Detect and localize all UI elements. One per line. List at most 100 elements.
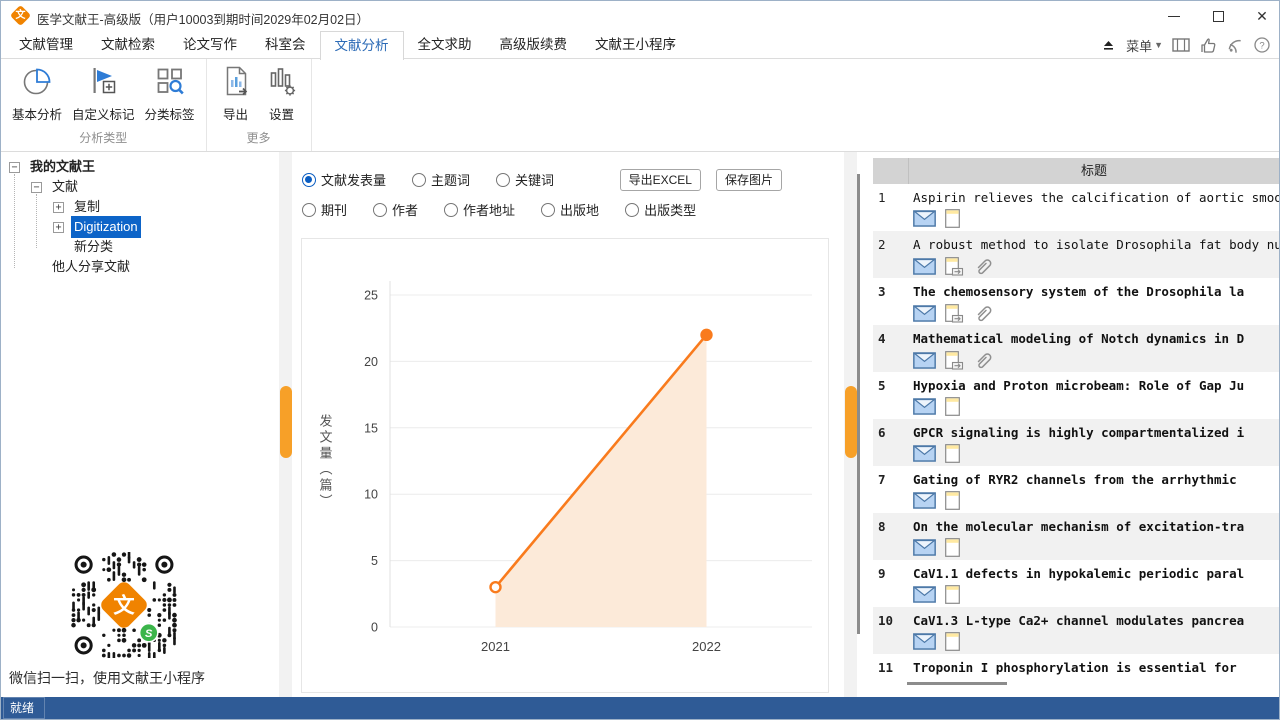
note-icon bbox=[945, 538, 960, 557]
tree-expander-icon[interactable]: + bbox=[53, 202, 64, 213]
mini-program-qr-code: 文S bbox=[71, 552, 177, 658]
tree-item-复制[interactable]: + 复制 bbox=[1, 197, 279, 217]
row-icons bbox=[913, 350, 993, 370]
ribbon-button-导出[interactable]: 导出 bbox=[213, 61, 259, 125]
menu-button[interactable]: 菜单▼ bbox=[1126, 36, 1163, 55]
left-splitter[interactable] bbox=[279, 152, 292, 697]
tree-item-新分类[interactable]: 新分类 bbox=[1, 237, 279, 257]
radio-关键词[interactable]: 关键词 bbox=[496, 170, 554, 189]
mail-icon bbox=[913, 210, 936, 227]
mail-icon bbox=[913, 492, 936, 509]
horizontal-scrollbar[interactable] bbox=[907, 682, 1007, 685]
ribbon: 基本分析 自定义标记 分类标签 分析类型 导出 设置 更多 bbox=[1, 59, 1279, 152]
rss-icon[interactable] bbox=[1226, 36, 1244, 54]
ribbon-tabbar: 文献管理文献检索论文写作科室会文献分析 全文求助高级版续费文献王小程序 菜单▼ ? bbox=[1, 31, 1279, 59]
article-title: Gating of RYR2 channels from the arrhyth… bbox=[913, 472, 1279, 487]
film-icon[interactable] bbox=[1172, 36, 1190, 54]
tab-科室会[interactable]: 科室会 bbox=[251, 31, 320, 59]
tree-item-他人分享文献[interactable]: 他人分享文献 bbox=[1, 257, 279, 277]
radio-icon bbox=[302, 203, 316, 217]
splitter-grip[interactable] bbox=[280, 386, 292, 458]
radio-label: 期刊 bbox=[321, 200, 347, 219]
svg-text:15: 15 bbox=[364, 421, 378, 435]
article-table: 标题 1 Aspirin relieves the calcification … bbox=[873, 158, 1279, 697]
thumbs-up-icon[interactable] bbox=[1199, 36, 1217, 54]
maximize-button[interactable] bbox=[1211, 9, 1225, 23]
collapse-ribbon-icon[interactable] bbox=[1099, 36, 1117, 54]
tab-文献分析[interactable]: 文献分析 bbox=[320, 31, 404, 60]
app-window: 文 医学文献王-高级版（用户10003到期时间2029年02月02日） ✕ 文献… bbox=[0, 0, 1280, 720]
article-row[interactable]: 8 On the molecular mechanism of excitati… bbox=[873, 513, 1279, 560]
export-excel-button[interactable]: 导出EXCEL bbox=[620, 169, 701, 191]
radio-出版地[interactable]: 出版地 bbox=[541, 200, 599, 219]
svg-text:0: 0 bbox=[371, 621, 378, 635]
tags-icon bbox=[154, 65, 186, 100]
note-icon bbox=[945, 209, 960, 228]
article-row[interactable]: 11 Troponin I phosphorylation is essenti… bbox=[873, 654, 1279, 678]
article-row[interactable]: 9 CaV1.1 defects in hypokalemic periodic… bbox=[873, 560, 1279, 607]
ribbon-button-label: 设置 bbox=[269, 104, 294, 123]
vertical-scrollbar[interactable] bbox=[857, 174, 860, 634]
flag-icon bbox=[87, 65, 119, 100]
mail-icon bbox=[913, 258, 936, 275]
ribbon-button-分类标签[interactable]: 分类标签 bbox=[140, 61, 200, 125]
row-number: 5 bbox=[873, 372, 909, 419]
title-column-header: 标题 bbox=[909, 158, 1279, 184]
radio-主题词[interactable]: 主题词 bbox=[412, 170, 470, 189]
article-row[interactable]: 2 A robust method to isolate Drosophila … bbox=[873, 231, 1279, 278]
radio-label: 作者地址 bbox=[463, 200, 515, 219]
minimize-button[interactable] bbox=[1167, 9, 1181, 23]
clip-icon bbox=[973, 256, 993, 276]
splitter-grip[interactable] bbox=[845, 386, 857, 458]
ribbon-button-设置[interactable]: 设置 bbox=[259, 61, 305, 125]
svg-text:2022: 2022 bbox=[692, 639, 721, 654]
article-row[interactable]: 6 GPCR signaling is highly compartmental… bbox=[873, 419, 1279, 466]
tree-item-文献[interactable]: − 文献 bbox=[1, 177, 279, 197]
row-icons bbox=[913, 256, 993, 276]
tree-expander-icon[interactable]: − bbox=[9, 162, 20, 173]
ribbon-button-自定义标记[interactable]: 自定义标记 bbox=[67, 61, 140, 125]
tab-文献王小程序[interactable]: 文献王小程序 bbox=[581, 31, 690, 59]
radio-文献发表量[interactable]: 文献发表量 bbox=[302, 170, 386, 189]
radio-作者[interactable]: 作者 bbox=[373, 200, 418, 219]
ribbon-button-基本分析[interactable]: 基本分析 bbox=[7, 61, 67, 125]
article-row[interactable]: 5 Hypoxia and Proton microbeam: Role of … bbox=[873, 372, 1279, 419]
svg-text:10: 10 bbox=[364, 488, 378, 502]
ribbon-button-label: 导出 bbox=[223, 104, 248, 123]
article-title: Hypoxia and Proton microbeam: Role of Ga… bbox=[913, 378, 1279, 393]
close-button[interactable]: ✕ bbox=[1255, 9, 1269, 23]
svg-text:5: 5 bbox=[371, 554, 378, 568]
note-icon bbox=[945, 444, 960, 463]
pie-icon bbox=[21, 65, 53, 100]
tab-文献管理[interactable]: 文献管理 bbox=[5, 31, 87, 59]
article-row[interactable]: 7 Gating of RYR2 channels from the arrhy… bbox=[873, 466, 1279, 513]
article-row[interactable]: 10 CaV1.3 L-type Ca2+ channel modulates … bbox=[873, 607, 1279, 654]
tree-expander-icon[interactable]: + bbox=[53, 222, 64, 233]
article-row[interactable]: 3 The chemosensory system of the Drosoph… bbox=[873, 278, 1279, 325]
tree-expander-icon[interactable]: − bbox=[31, 182, 42, 193]
ribbon-button-label: 分类标签 bbox=[145, 104, 195, 123]
library-tree-panel: − 我的文献王 − 文献 + 复制 + Digitization 新分类 他人分… bbox=[1, 152, 279, 697]
right-splitter[interactable] bbox=[844, 152, 857, 697]
settings-icon bbox=[266, 65, 298, 100]
tab-label: 文献分析 bbox=[335, 38, 389, 53]
tree-item-我的文献王[interactable]: − 我的文献王 bbox=[1, 157, 279, 177]
tab-label: 全文求助 bbox=[418, 37, 472, 52]
save-image-button[interactable]: 保存图片 bbox=[716, 169, 782, 191]
help-icon[interactable]: ? bbox=[1253, 36, 1271, 54]
radio-作者地址[interactable]: 作者地址 bbox=[444, 200, 515, 219]
radio-icon bbox=[373, 203, 387, 217]
tab-高级版续费[interactable]: 高级版续费 bbox=[486, 31, 582, 59]
tab-文献检索[interactable]: 文献检索 bbox=[87, 31, 169, 59]
article-row[interactable]: 4 Mathematical modeling of Notch dynamic… bbox=[873, 325, 1279, 372]
tab-论文写作[interactable]: 论文写作 bbox=[169, 31, 251, 59]
export-icon bbox=[220, 65, 252, 100]
table-header: 标题 bbox=[873, 158, 1279, 184]
note-icon bbox=[945, 632, 960, 651]
article-row[interactable]: 1 Aspirin relieves the calcification of … bbox=[873, 184, 1279, 231]
tab-全文求助[interactable]: 全文求助 bbox=[404, 31, 486, 59]
svg-text:2021: 2021 bbox=[481, 639, 510, 654]
radio-出版类型[interactable]: 出版类型 bbox=[625, 200, 696, 219]
radio-期刊[interactable]: 期刊 bbox=[302, 200, 347, 219]
tree-item-Digitization[interactable]: + Digitization bbox=[1, 217, 279, 237]
